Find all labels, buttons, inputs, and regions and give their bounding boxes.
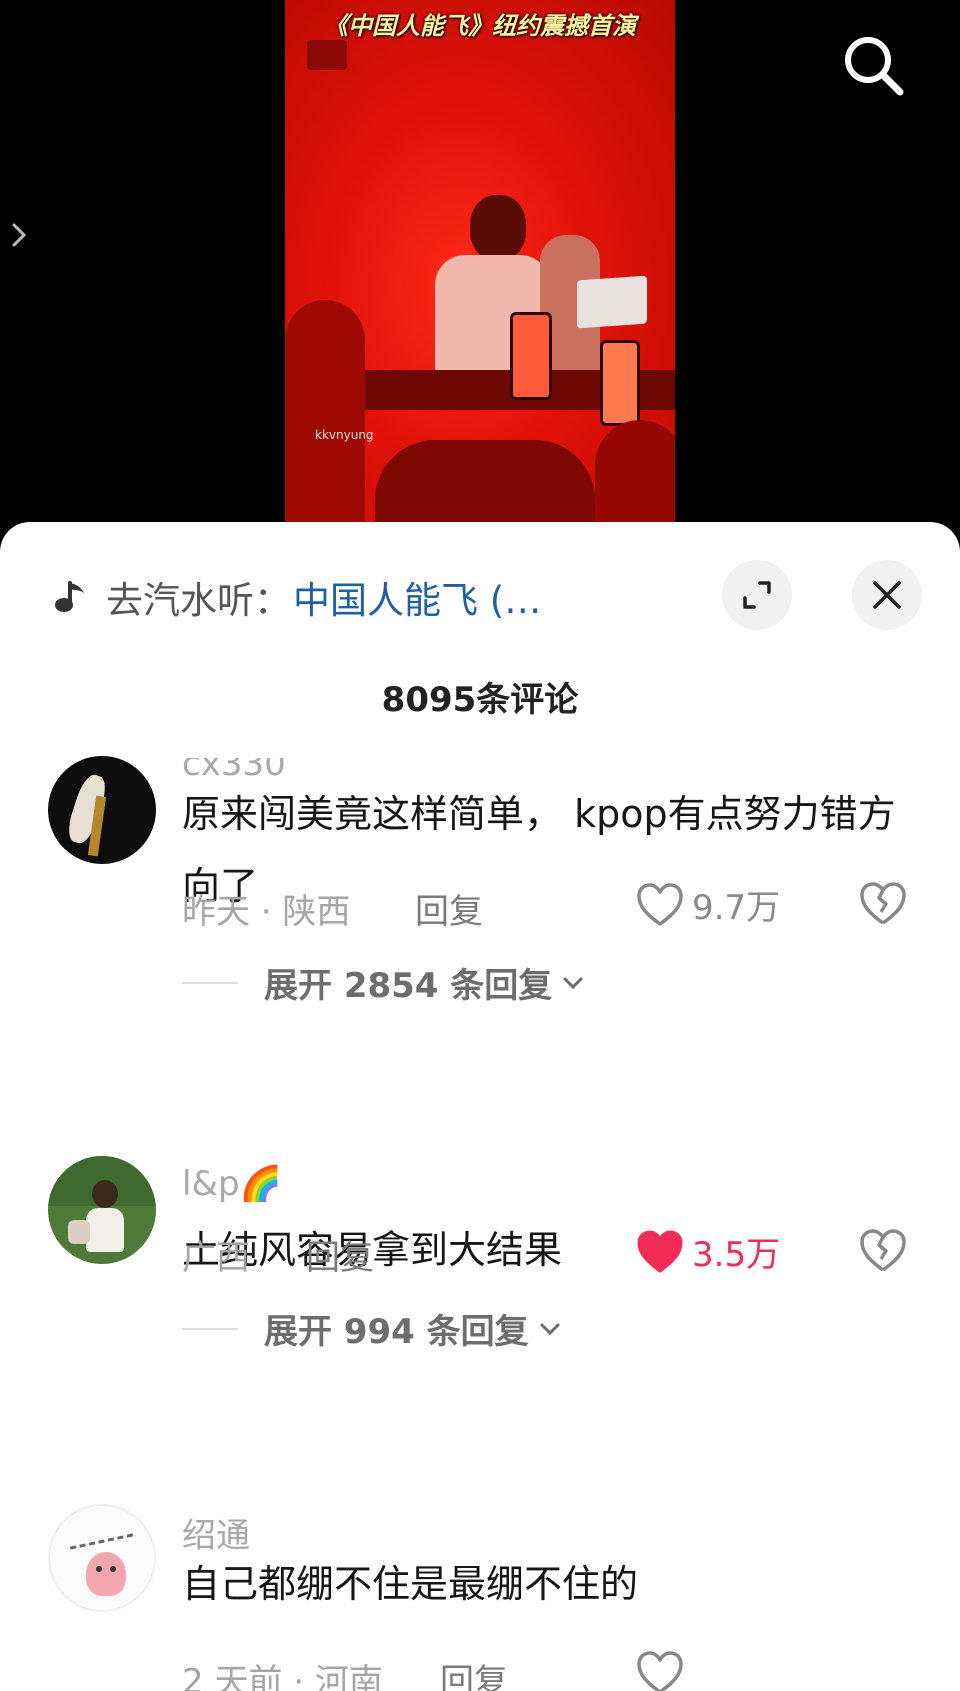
heart-icon bbox=[637, 882, 683, 926]
like-button[interactable]: 3.5万 bbox=[636, 1227, 780, 1276]
comment-text: 自己都绷不住是最绷不住的 bbox=[182, 1562, 639, 1606]
avatar[interactable] bbox=[48, 1504, 156, 1612]
phone-screen-2 bbox=[600, 340, 640, 426]
like-button[interactable]: 9.7万 bbox=[636, 880, 780, 929]
like-count: 9.7万 bbox=[692, 888, 781, 928]
heart-icon bbox=[637, 1230, 683, 1272]
reply-button[interactable]: 回复 bbox=[306, 1230, 374, 1279]
expand-replies-button[interactable]: 展开 994 条回复 bbox=[182, 1304, 563, 1353]
close-icon bbox=[873, 581, 901, 609]
chevron-right-icon bbox=[12, 223, 27, 247]
chevron-down-icon bbox=[563, 977, 583, 989]
broken-heart-icon[interactable] bbox=[858, 878, 908, 928]
comment-username[interactable]: l&p🌈 bbox=[182, 1164, 282, 1204]
video-watermark: kkvnyung bbox=[315, 428, 374, 442]
comment-text: 土纯风容易拿到大结果 bbox=[182, 1228, 563, 1272]
performer-head bbox=[470, 195, 526, 261]
video-title: 《中国人能飞》纽约震撼首演 bbox=[324, 12, 636, 40]
close-button[interactable] bbox=[852, 560, 922, 630]
side-panel-toggle[interactable] bbox=[8, 220, 32, 250]
comment-meta: 2 天前 · 河南 bbox=[182, 1662, 383, 1691]
laptop bbox=[577, 275, 647, 329]
avatar[interactable] bbox=[48, 756, 156, 864]
reply-button[interactable]: 回复 bbox=[440, 1654, 508, 1691]
like-button[interactable] bbox=[636, 1650, 684, 1691]
expand-replies-button[interactable]: 展开 2854 条回复 bbox=[182, 958, 586, 1007]
expand-replies-label: 展开 994 条回复 bbox=[264, 1312, 529, 1352]
expand-replies-label: 展开 2854 条回复 bbox=[264, 966, 553, 1006]
video-frame[interactable]: 《中国人能飞》纽约震撼首演 kkvnyung bbox=[285, 0, 675, 522]
music-note-icon bbox=[55, 581, 84, 612]
music-link[interactable]: 去汽水听： 中国人能飞 (… bbox=[52, 562, 541, 632]
like-count: 3.5万 bbox=[692, 1235, 781, 1275]
avatar[interactable] bbox=[48, 1156, 156, 1264]
music-prefix: 去汽水听： bbox=[106, 579, 291, 622]
stage-ceiling-lamp bbox=[307, 40, 347, 70]
broken-heart-icon[interactable] bbox=[858, 1225, 908, 1275]
divider-line bbox=[182, 981, 238, 984]
crowd-front bbox=[375, 440, 595, 522]
comment-count-title: 8095条评论 bbox=[381, 680, 579, 720]
video-player[interactable]: 《中国人能飞》纽约震撼首演 kkvnyung bbox=[0, 0, 960, 540]
comment-meta: 广西 bbox=[182, 1238, 250, 1278]
chevron-down-icon bbox=[540, 1323, 560, 1335]
reply-button[interactable]: 回复 bbox=[415, 884, 483, 933]
expand-icon bbox=[743, 581, 771, 609]
music-song-title[interactable]: 中国人能飞 (… bbox=[293, 570, 541, 624]
heart-icon bbox=[637, 1651, 683, 1691]
comment-sheet: 去汽水听： 中国人能飞 (… 8095条评论 cx330 原来闯美竟这样简单， … bbox=[0, 522, 960, 1691]
divider-line bbox=[182, 1327, 238, 1330]
expand-button[interactable] bbox=[722, 560, 792, 630]
comment-meta: 昨天 · 陕西 bbox=[182, 892, 351, 932]
search-icon bbox=[845, 37, 904, 96]
phone-screen-1 bbox=[510, 312, 552, 400]
search-button[interactable] bbox=[838, 30, 908, 100]
crowd-left bbox=[285, 300, 365, 522]
crowd-right bbox=[595, 420, 675, 522]
